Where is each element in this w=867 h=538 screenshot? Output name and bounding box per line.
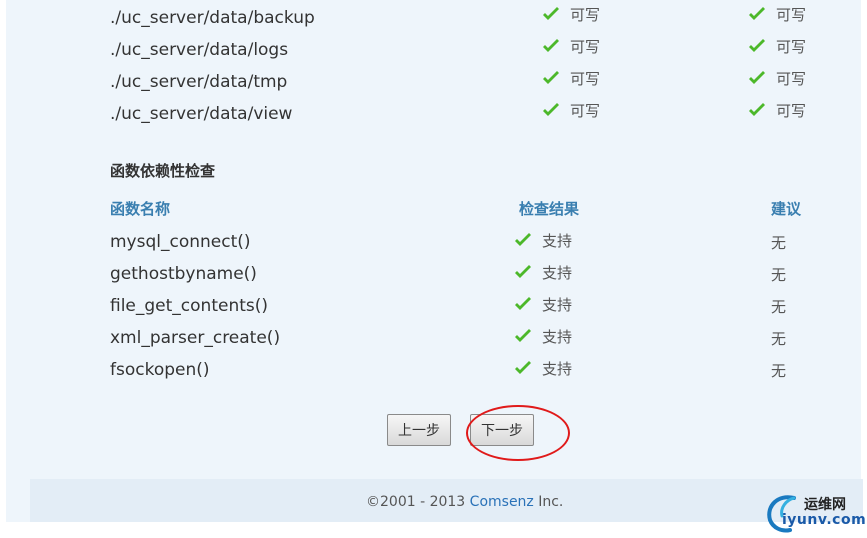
section-title: 函数依赖性检查 (110, 162, 216, 180)
function-name: fsockopen() (110, 360, 210, 380)
check-icon (514, 360, 532, 377)
function-result: 支持 (514, 358, 572, 379)
check-icon (514, 296, 532, 313)
check-icon (748, 38, 766, 55)
function-suggestion: 无 (771, 298, 787, 316)
dir-current-status: 可写 (542, 68, 600, 89)
dir-required-status: 可写 (748, 4, 806, 25)
footer: ©2001 - 2013 Comsenz Inc. (366, 494, 563, 510)
check-icon (514, 264, 532, 281)
function-name: gethostbyname() (110, 264, 257, 284)
dir-row: ./uc_server/data/view 可写 可写 (6, 100, 861, 132)
dir-path: ./uc_server/data/logs (110, 40, 289, 60)
dir-row: ./uc_server/data/backup 可写 可写 (6, 4, 861, 36)
function-name: xml_parser_create() (110, 328, 281, 348)
function-name: mysql_connect() (110, 232, 251, 252)
watermark-en: iyunv.com (782, 512, 867, 528)
check-icon (514, 232, 532, 249)
dir-required-status: 可写 (748, 100, 806, 121)
install-panel: ./uc_server/data/backup 可写 可写 ./uc_serve… (6, 0, 863, 522)
column-header-suggest: 建议 (771, 200, 802, 218)
dir-row: ./uc_server/data/tmp 可写 可写 (6, 68, 861, 100)
copyright-suffix: Inc. (538, 494, 564, 510)
function-result: 支持 (514, 294, 572, 315)
check-icon (514, 328, 532, 345)
dir-row: ./uc_server/data/logs 可写 可写 (6, 36, 861, 68)
function-name: file_get_contents() (110, 296, 269, 316)
check-icon (542, 6, 560, 23)
next-step-button[interactable]: 下一步 (470, 414, 534, 446)
function-suggestion: 无 (771, 266, 787, 284)
function-suggestion: 无 (771, 234, 787, 252)
watermark-cn: 运维网 (804, 497, 846, 513)
function-result: 支持 (514, 326, 572, 347)
check-icon (542, 102, 560, 119)
dir-path: ./uc_server/data/view (110, 104, 293, 124)
dir-path: ./uc_server/data/tmp (110, 72, 288, 92)
watermark-logo: 运维网 iyunv.com (764, 490, 867, 534)
check-icon (748, 102, 766, 119)
check-icon (748, 6, 766, 23)
dir-path: ./uc_server/data/backup (110, 8, 315, 28)
dir-required-status: 可写 (748, 36, 806, 57)
function-result: 支持 (514, 262, 572, 283)
function-suggestion: 无 (771, 330, 787, 348)
dir-required-status: 可写 (748, 68, 806, 89)
check-icon (542, 38, 560, 55)
dir-current-status: 可写 (542, 4, 600, 25)
prev-step-button[interactable]: 上一步 (387, 414, 451, 446)
function-suggestion: 无 (771, 362, 787, 380)
column-header-name: 函数名称 (110, 200, 171, 218)
dir-current-status: 可写 (542, 36, 600, 57)
copyright-text: ©2001 - 2013 (366, 494, 466, 510)
column-header-result: 检查结果 (519, 200, 580, 218)
function-result: 支持 (514, 230, 572, 251)
brand-link[interactable]: Comsenz (470, 494, 534, 510)
check-icon (542, 70, 560, 87)
dir-current-status: 可写 (542, 100, 600, 121)
check-icon (748, 70, 766, 87)
